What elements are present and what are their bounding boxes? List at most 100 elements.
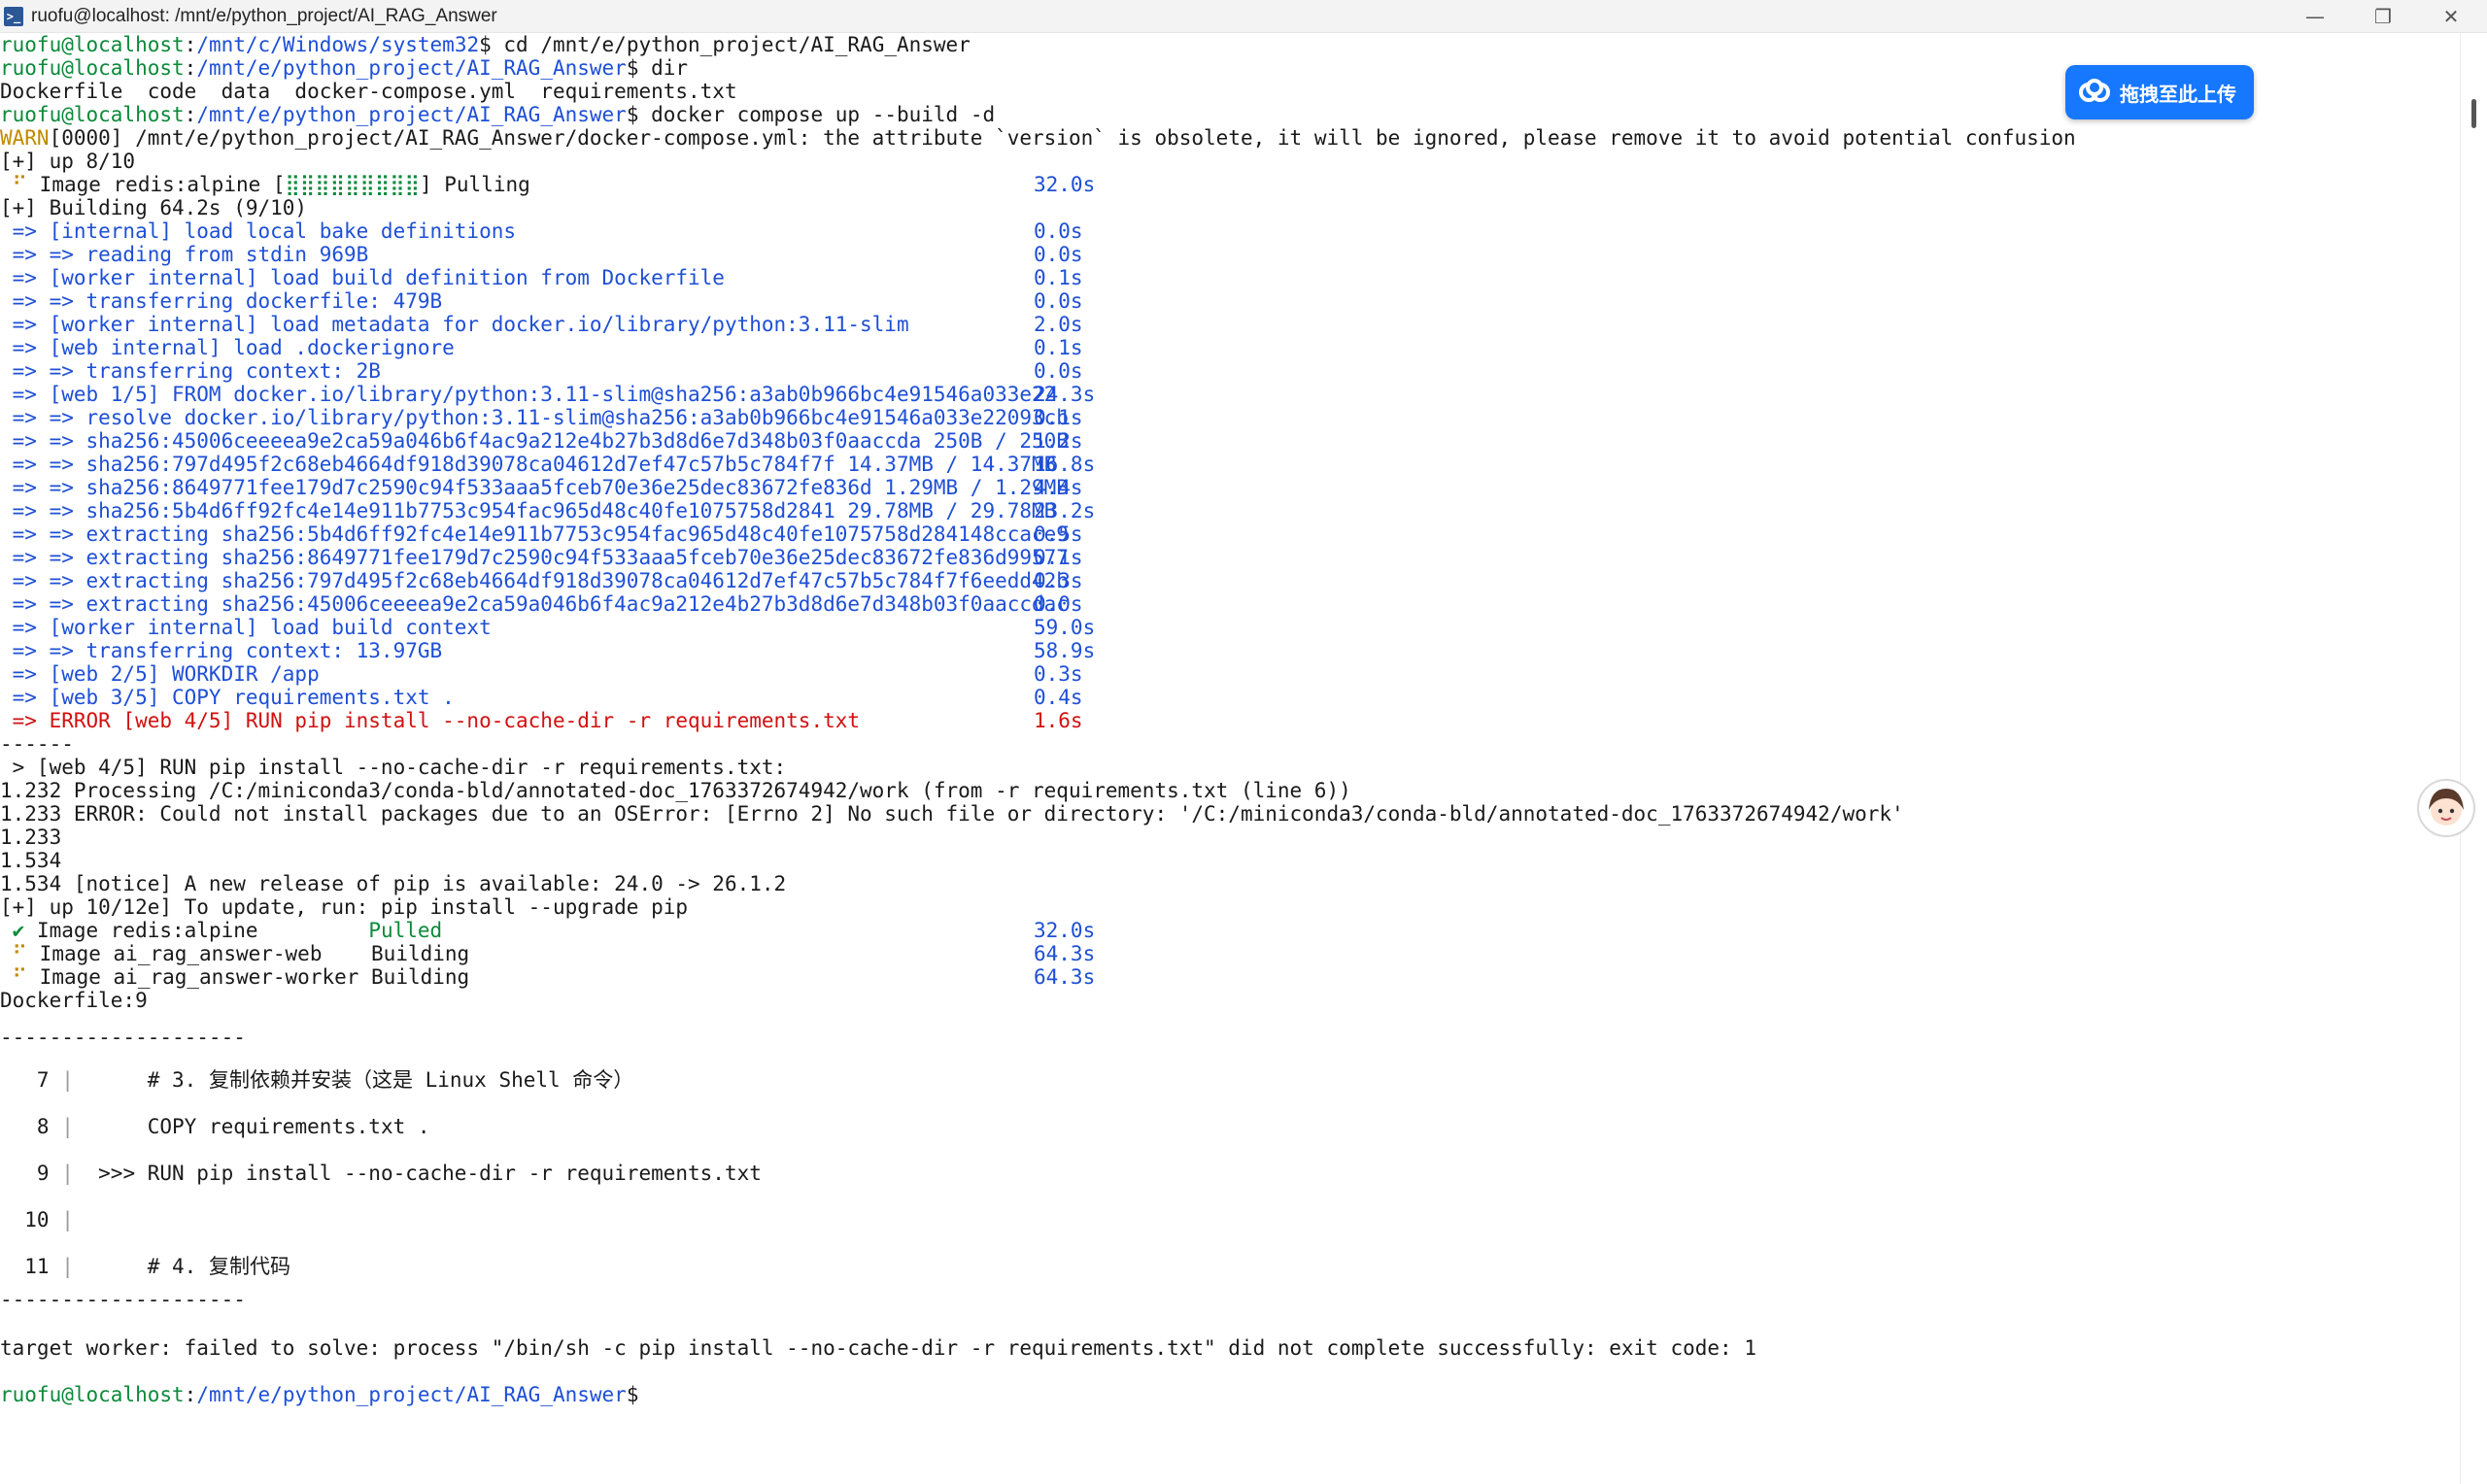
elapsed-time: 4.4s bbox=[1034, 476, 1083, 499]
terminal-text: => [worker internal] load metadata for d… bbox=[0, 313, 909, 336]
elapsed-time: 16.8s bbox=[1034, 453, 1096, 476]
terminal-line: ruofu@localhost:/mnt/e/python_project/AI… bbox=[0, 56, 688, 80]
elapsed-time: 0.0s bbox=[1034, 219, 1083, 243]
terminal-text: : bbox=[184, 56, 197, 80]
source-text: # 3. 复制依赖并安装（这是 Linux Shell 命令） bbox=[85, 1068, 634, 1092]
elapsed-time: 24.3s bbox=[1034, 383, 1096, 406]
gutter-bar: | bbox=[49, 1208, 86, 1231]
elapsed-time: 64.3s bbox=[1034, 965, 1096, 989]
elapsed-time: 23.2s bbox=[1034, 499, 1096, 523]
terminal-text: => [internal] load local bake definition… bbox=[0, 219, 517, 243]
terminal-text: Pulled bbox=[368, 919, 443, 942]
dockerfile-source-line: 8 | COPY requirements.txt . bbox=[0, 1115, 430, 1138]
terminal-text: /mnt/e/python_project/AI_RAG_Answer bbox=[196, 1383, 627, 1406]
terminal-text: > [web 4/5] RUN pip install --no-cache-d… bbox=[0, 756, 787, 779]
terminal-text: 1.534 [notice] A new release of pip is a… bbox=[0, 872, 787, 895]
terminal-line: ✔ Image redis:alpine Pulled 32.0s bbox=[0, 919, 1096, 942]
terminal-text: => => sha256:5b4d6ff92fc4e14e911b7753c95… bbox=[0, 499, 1057, 523]
terminal-text: [0000] /mnt/e/python_project/AI_RAG_Answ… bbox=[49, 126, 2076, 150]
terminal-text: => => sha256:797d495f2c68eb4664df918d390… bbox=[0, 453, 1057, 476]
terminal-line: [+] up 10/12e] To update, run: pip insta… bbox=[0, 895, 688, 919]
maximize-button[interactable]: ❐ bbox=[2349, 0, 2417, 32]
elapsed-time: 0.0s bbox=[1034, 592, 1083, 616]
terminal-text: : bbox=[184, 103, 197, 126]
elapsed-time: 64.3s bbox=[1034, 942, 1096, 965]
terminal-line: => ERROR [web 4/5] RUN pip install --no-… bbox=[0, 709, 1083, 732]
terminal-line: 1.534 [notice] A new release of pip is a… bbox=[0, 872, 786, 895]
terminal-line: => => transferring dockerfile: 479B 0.0s bbox=[0, 289, 1083, 313]
elapsed-time: 0.4s bbox=[1034, 686, 1083, 709]
terminal-text: ⠋ bbox=[0, 173, 40, 196]
terminal-text: => ERROR [web 4/5] RUN pip install --no-… bbox=[0, 709, 861, 732]
terminal-text: 1.233 bbox=[0, 826, 62, 849]
terminal-line: Dockerfile code data docker-compose.yml … bbox=[0, 80, 737, 103]
terminal-line: => => extracting sha256:5b4d6ff92fc4e14e… bbox=[0, 523, 1083, 546]
elapsed-time: 59.0s bbox=[1034, 616, 1096, 639]
terminal-line: => => transferring context: 13.97GB 58.9s bbox=[0, 639, 1096, 662]
dockerfile-source-line: 10 | bbox=[0, 1208, 86, 1231]
scrollbar-thumb[interactable] bbox=[2471, 99, 2476, 128]
line-number: 8 bbox=[0, 1115, 50, 1138]
line-number: 11 bbox=[0, 1255, 50, 1278]
terminal-line: 1.233 ERROR: Could not install packages … bbox=[0, 802, 1904, 826]
elapsed-time: 1.2s bbox=[1034, 429, 1083, 453]
elapsed-time: 1.6s bbox=[1034, 709, 1083, 732]
terminal-line: => [worker internal] load build context 5… bbox=[0, 616, 1096, 639]
elapsed-time: 58.9s bbox=[1034, 639, 1096, 662]
close-button[interactable]: ✕ bbox=[2417, 0, 2485, 32]
upload-drop-button[interactable]: 拖拽至此上传 bbox=[2065, 65, 2254, 119]
assistant-avatar[interactable] bbox=[2417, 779, 2475, 837]
terminal-text: 1.232 Processing /C:/miniconda3/conda-bl… bbox=[0, 779, 1351, 802]
elapsed-time: 32.0s bbox=[1034, 173, 1096, 196]
terminal-text: => => sha256:8649771fee179d7c2590c94f533… bbox=[0, 476, 1069, 499]
terminal-line: => => extracting sha256:797d495f2c68eb46… bbox=[0, 569, 1083, 592]
terminal-text: Dockerfile code data docker-compose.yml … bbox=[0, 80, 737, 103]
terminal-line: 1.233 bbox=[0, 826, 61, 849]
dockerfile-source-line: 9 | >>> RUN pip install --no-cache-dir -… bbox=[0, 1162, 762, 1185]
terminal-text: /mnt/e/python_project/AI_RAG_Answer bbox=[196, 103, 627, 126]
title-bar: >_ ruofu@localhost: /mnt/e/python_projec… bbox=[0, 0, 2487, 33]
terminal-line: => => reading from stdin 969B 0.0s bbox=[0, 243, 1083, 266]
terminal-line: => => extracting sha256:45006ceeeea9e2ca… bbox=[0, 592, 1083, 616]
terminal-line: => [web internal] load .dockerignore 0.1s bbox=[0, 336, 1083, 359]
terminal-text: $ cd /mnt/e/python_project/AI_RAG_Answer bbox=[479, 33, 971, 56]
terminal-text: => => extracting sha256:797d495f2c68eb46… bbox=[0, 569, 1069, 592]
terminal-text: => => extracting sha256:5b4d6ff92fc4e14e… bbox=[0, 523, 1069, 546]
elapsed-time: 32.0s bbox=[1034, 919, 1096, 942]
terminal-text: ] Pulling bbox=[419, 173, 530, 196]
separator: -------------------- bbox=[0, 1026, 246, 1049]
scrollbar[interactable] bbox=[2460, 33, 2487, 1484]
terminal-line: => [web 1/5] FROM docker.io/library/pyth… bbox=[0, 383, 1096, 406]
terminal-text: Image redis:alpine bbox=[36, 919, 369, 942]
source-text: # 4. 复制代码 bbox=[85, 1255, 290, 1278]
elapsed-time: 2.0s bbox=[1034, 313, 1083, 336]
terminal-text: ⠋ bbox=[0, 942, 40, 965]
terminal-line: WARN[0000] /mnt/e/python_project/AI_RAG_… bbox=[0, 126, 2076, 150]
terminal-text: => [web 1/5] FROM docker.io/library/pyth… bbox=[0, 383, 1057, 406]
terminal-text: $ dir bbox=[626, 56, 689, 80]
line-number: 9 bbox=[0, 1162, 50, 1185]
terminal-text: Image redis:alpine [ bbox=[39, 173, 286, 196]
terminal-text: /mnt/e/python_project/AI_RAG_Answer bbox=[196, 56, 627, 80]
terminal-text: Image ai_rag_answer-worker Building bbox=[39, 965, 470, 989]
terminal-line: => => sha256:8649771fee179d7c2590c94f533… bbox=[0, 476, 1083, 499]
terminal-text: => => extracting sha256:45006ceeeea9e2ca… bbox=[0, 592, 1069, 616]
terminal-text: Dockerfile:9 bbox=[0, 989, 148, 1012]
terminal-text: => => sha256:45006ceeeea9e2ca59a046b6f4a… bbox=[0, 429, 1069, 453]
elapsed-time: 0.1s bbox=[1034, 406, 1083, 429]
terminal-line: => => extracting sha256:8649771fee179d7c… bbox=[0, 546, 1083, 569]
line-number: 10 bbox=[0, 1208, 50, 1231]
gutter-bar: | bbox=[49, 1255, 86, 1278]
terminal-text: [+] up 10/12e] To update, run: pip insta… bbox=[0, 895, 689, 919]
terminal-text: => => extracting sha256:8649771fee179d7c… bbox=[0, 546, 1069, 569]
elapsed-time: 0.1s bbox=[1034, 266, 1083, 289]
terminal-text: ruofu@localhost bbox=[0, 56, 185, 80]
separator: -------------------- bbox=[0, 1288, 246, 1311]
terminal-text: WARN bbox=[0, 126, 50, 150]
terminal-text: ------ bbox=[0, 732, 74, 756]
terminal-line: ruofu@localhost:/mnt/e/python_project/AI… bbox=[0, 103, 995, 126]
terminal-text: $ bbox=[626, 1383, 639, 1406]
minimize-button[interactable]: — bbox=[2281, 0, 2349, 32]
gutter-bar: | bbox=[49, 1068, 86, 1092]
terminal-output[interactable]: ruofu@localhost:/mnt/c/Windows/system32$… bbox=[0, 33, 2460, 1484]
